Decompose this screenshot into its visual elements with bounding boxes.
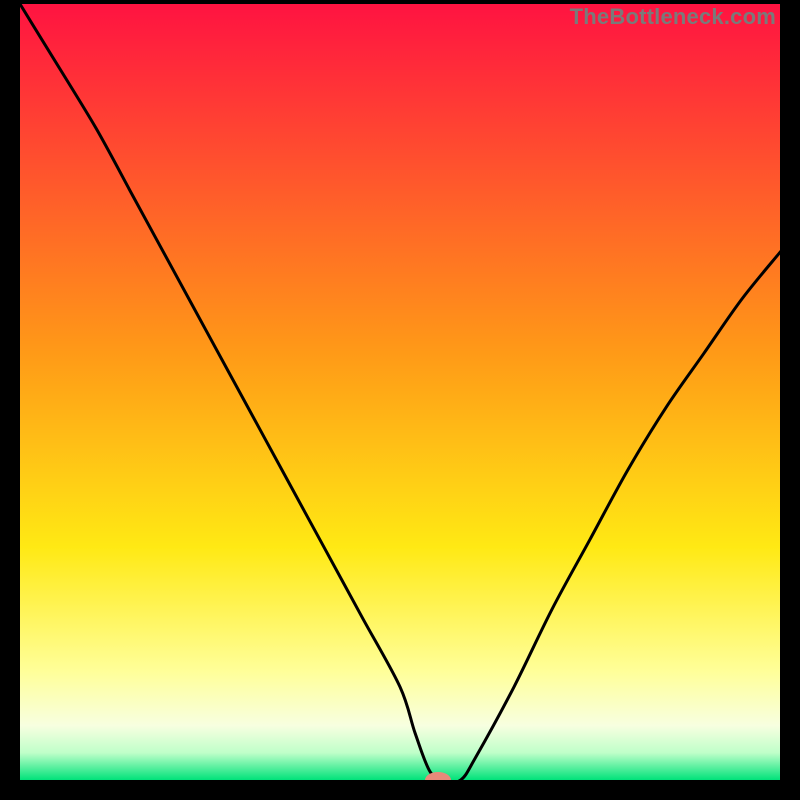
chart-container: TheBottleneck.com bbox=[0, 0, 800, 800]
gradient-background bbox=[20, 4, 780, 780]
plot-area bbox=[20, 4, 780, 780]
watermark-text: TheBottleneck.com bbox=[570, 4, 776, 30]
plot-svg bbox=[20, 4, 780, 780]
